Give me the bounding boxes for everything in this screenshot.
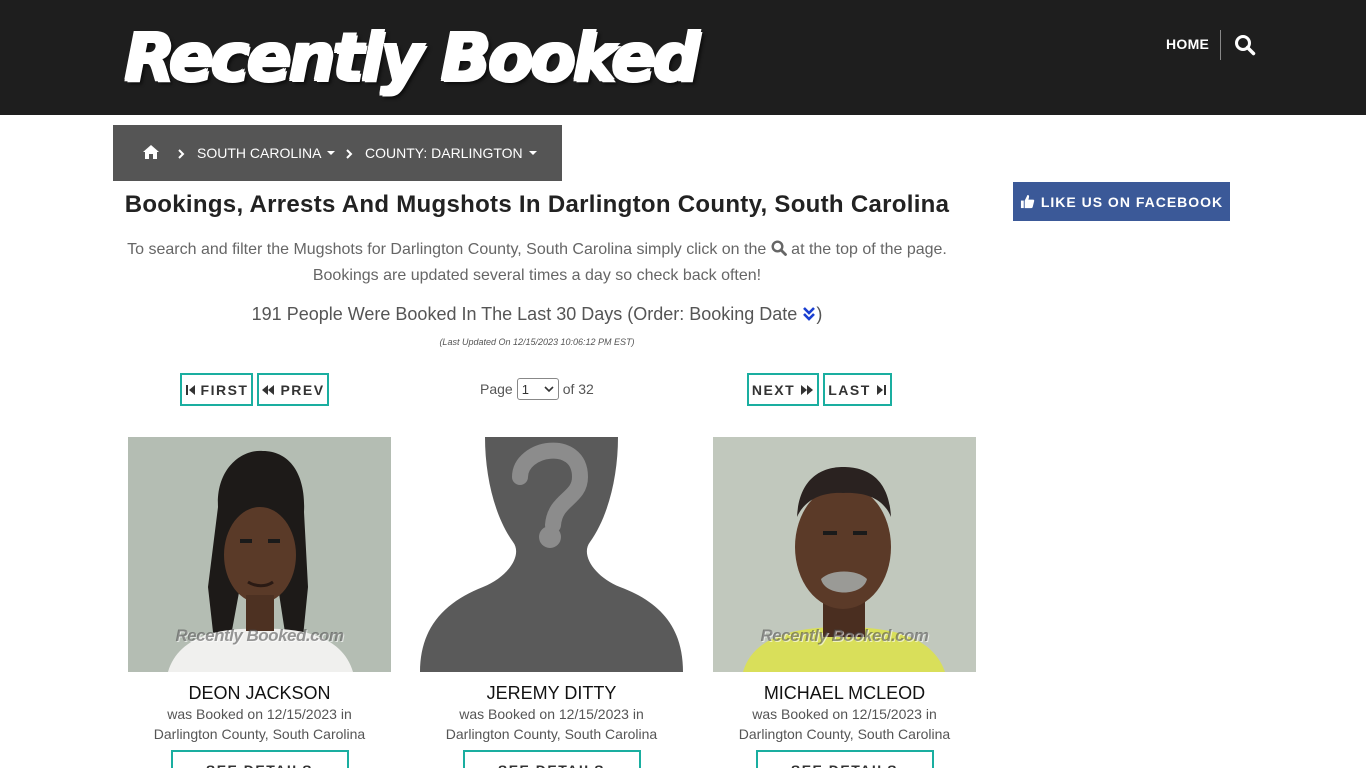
- chevron-down-icon: [544, 386, 554, 393]
- nav-home-link[interactable]: HOME: [1166, 36, 1209, 52]
- mugshot-photo[interactable]: Recently Booked.com: [128, 437, 391, 672]
- chevron-right-icon: [344, 146, 354, 160]
- step-forward-icon: [876, 384, 886, 395]
- facebook-like-button[interactable]: LIKE US ON FACEBOOK: [1013, 182, 1230, 221]
- booking-date-line: was Booked on 12/15/2023 in: [752, 706, 937, 722]
- page-title: Bookings, Arrests And Mugshots In Darlin…: [124, 191, 950, 218]
- search-icon: [771, 240, 787, 256]
- nav-divider: [1220, 30, 1221, 60]
- booking-card: Recently Booked.com DEON JACKSON was Boo…: [128, 437, 391, 768]
- chevron-right-icon: [176, 146, 186, 160]
- booking-location-line: Darlington County, South Carolina: [153, 726, 366, 742]
- site-logo[interactable]: Recently Booked: [124, 18, 700, 98]
- forward-icon: [801, 384, 814, 395]
- first-label: FIRST: [200, 381, 249, 398]
- site-header: Recently Booked HOME: [0, 0, 1366, 115]
- mugshot-photo[interactable]: Recently Booked.com: [713, 437, 976, 672]
- booking-date-line: was Booked on 12/15/2023 in: [459, 706, 644, 722]
- booking-date-line: was Booked on 12/15/2023 in: [167, 706, 352, 722]
- first-page-button[interactable]: FIRST: [180, 373, 253, 406]
- booking-info: was Booked on 12/15/2023 in Darlington C…: [713, 704, 976, 744]
- backward-icon: [262, 384, 275, 395]
- page-select[interactable]: 1: [516, 378, 559, 400]
- booking-card: Recently Booked.com MICHAEL MCLEOD was B…: [713, 437, 976, 768]
- search-icon[interactable]: [1234, 34, 1256, 56]
- home-icon[interactable]: [142, 144, 160, 160]
- booking-info: was Booked on 12/15/2023 in Darlington C…: [128, 704, 391, 744]
- booking-count: 191 People Were Booked In The Last 30 Da…: [113, 304, 961, 327]
- breadcrumb: SOUTH CAROLINA COUNTY: DARLINGTON: [113, 125, 562, 181]
- current-page: 1: [521, 381, 529, 397]
- page-label: Page: [480, 381, 513, 397]
- prev-label: PREV: [280, 381, 325, 398]
- photo-watermark: Recently Booked.com: [760, 626, 929, 645]
- photo-watermark: Recently Booked.com: [175, 626, 344, 645]
- breadcrumb-state[interactable]: SOUTH CAROLINA: [197, 145, 336, 161]
- inmate-name[interactable]: MICHAEL MCLEOD: [713, 683, 976, 704]
- next-page-button[interactable]: NEXT: [747, 373, 819, 406]
- booking-location-line: Darlington County, South Carolina: [445, 726, 658, 742]
- facebook-like-label: LIKE US ON FACEBOOK: [1040, 193, 1224, 210]
- step-backward-icon: [185, 384, 195, 395]
- mugshot-placeholder[interactable]: [420, 437, 683, 672]
- prev-page-button[interactable]: PREV: [257, 373, 329, 406]
- page-total: of 32: [562, 381, 594, 397]
- booking-location-line: Darlington County, South Carolina: [738, 726, 951, 742]
- last-updated: (Last Updated On 12/15/2023 10:06:12 PM …: [439, 337, 635, 347]
- breadcrumb-county[interactable]: COUNTY: DARLINGTON: [365, 145, 537, 161]
- thumbs-up-icon: [1020, 194, 1035, 209]
- caret-down-icon: [528, 151, 537, 156]
- see-details-button[interactable]: SEE DETAILS: [170, 750, 349, 768]
- booking-card: JEREMY DITTY was Booked on 12/15/2023 in…: [420, 437, 683, 768]
- double-chevron-down-icon[interactable]: [802, 306, 816, 327]
- page-selector: Page 1 of 32: [480, 378, 594, 400]
- see-details-button[interactable]: SEE DETAILS: [755, 750, 934, 768]
- last-label: LAST: [828, 381, 871, 398]
- caret-down-icon: [327, 151, 336, 156]
- inmate-name[interactable]: JEREMY DITTY: [420, 683, 683, 704]
- see-details-button[interactable]: SEE DETAILS: [462, 750, 641, 768]
- next-label: NEXT: [751, 381, 796, 398]
- intro-text: To search and filter the Mugshots for Da…: [127, 240, 947, 284]
- booking-info: was Booked on 12/15/2023 in Darlington C…: [420, 704, 683, 744]
- last-page-button[interactable]: LAST: [823, 373, 892, 406]
- inmate-name[interactable]: DEON JACKSON: [128, 683, 391, 704]
